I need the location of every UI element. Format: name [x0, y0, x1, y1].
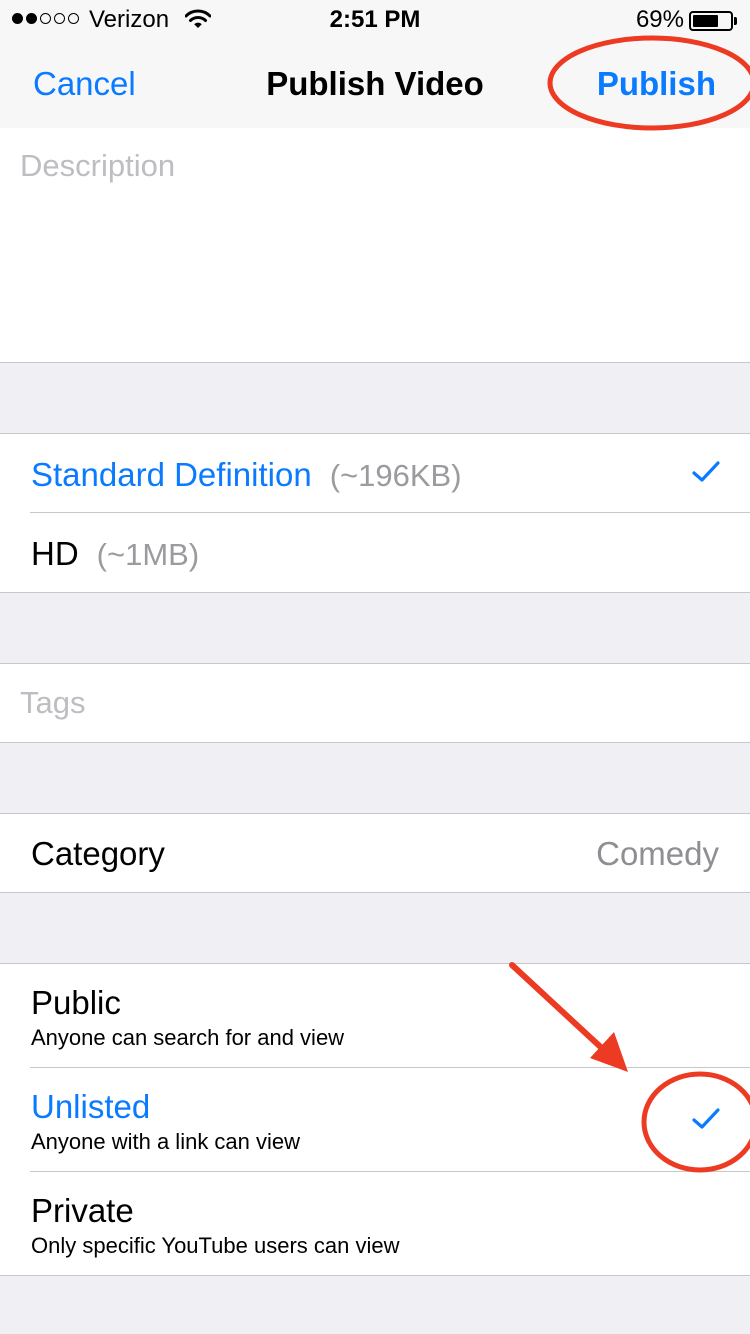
privacy-section: Public Anyone can search for and view Un… [0, 963, 750, 1276]
battery-level [693, 15, 718, 27]
quality-option-hd[interactable]: HD (~1MB) [0, 513, 750, 592]
privacy-option-description: Anyone can search for and view [31, 1025, 345, 1050]
description-section [0, 128, 750, 363]
battery-icon [689, 11, 733, 31]
privacy-option-title: Private [31, 1192, 134, 1229]
category-value: Comedy [596, 835, 719, 872]
quality-option-standard[interactable]: Standard Definition (~196KB) [0, 434, 750, 513]
privacy-option-public[interactable]: Public Anyone can search for and view [0, 964, 750, 1068]
tags-section [0, 663, 750, 743]
description-field[interactable] [20, 148, 720, 338]
navigation-bar: Cancel Publish Video Publish [0, 40, 750, 128]
privacy-option-title: Public [31, 984, 121, 1021]
publish-button[interactable]: Publish [597, 65, 716, 103]
quality-option-size: (~196KB) [329, 458, 462, 493]
quality-option-label: Standard Definition (~196KB) [31, 456, 462, 493]
quality-option-size: (~1MB) [96, 537, 200, 572]
privacy-option-title: Unlisted [31, 1088, 151, 1125]
top-bar: Verizon 2:51 PM 69% Cancel Publish Video… [0, 0, 750, 129]
battery-percentage: 69% [635, 6, 684, 33]
tags-field[interactable] [20, 682, 720, 724]
privacy-option-unlisted[interactable]: Unlisted Anyone with a link can view [0, 1068, 750, 1172]
battery-terminal [734, 17, 737, 25]
checkmark-icon [692, 461, 720, 488]
quality-section: Standard Definition (~196KB) HD (~1MB) [0, 433, 750, 593]
checkmark-icon [692, 1108, 720, 1135]
quality-option-label: HD (~1MB) [31, 535, 200, 572]
status-bar: Verizon 2:51 PM 69% [0, 0, 750, 40]
category-row[interactable]: Category Comedy [0, 814, 750, 892]
privacy-option-description: Anyone with a link can view [31, 1129, 301, 1154]
privacy-option-private[interactable]: Private Only specific YouTube users can … [0, 1172, 750, 1276]
category-label: Category [31, 835, 165, 872]
privacy-option-description: Only specific YouTube users can view [31, 1233, 400, 1258]
category-section: Category Comedy [0, 813, 750, 893]
